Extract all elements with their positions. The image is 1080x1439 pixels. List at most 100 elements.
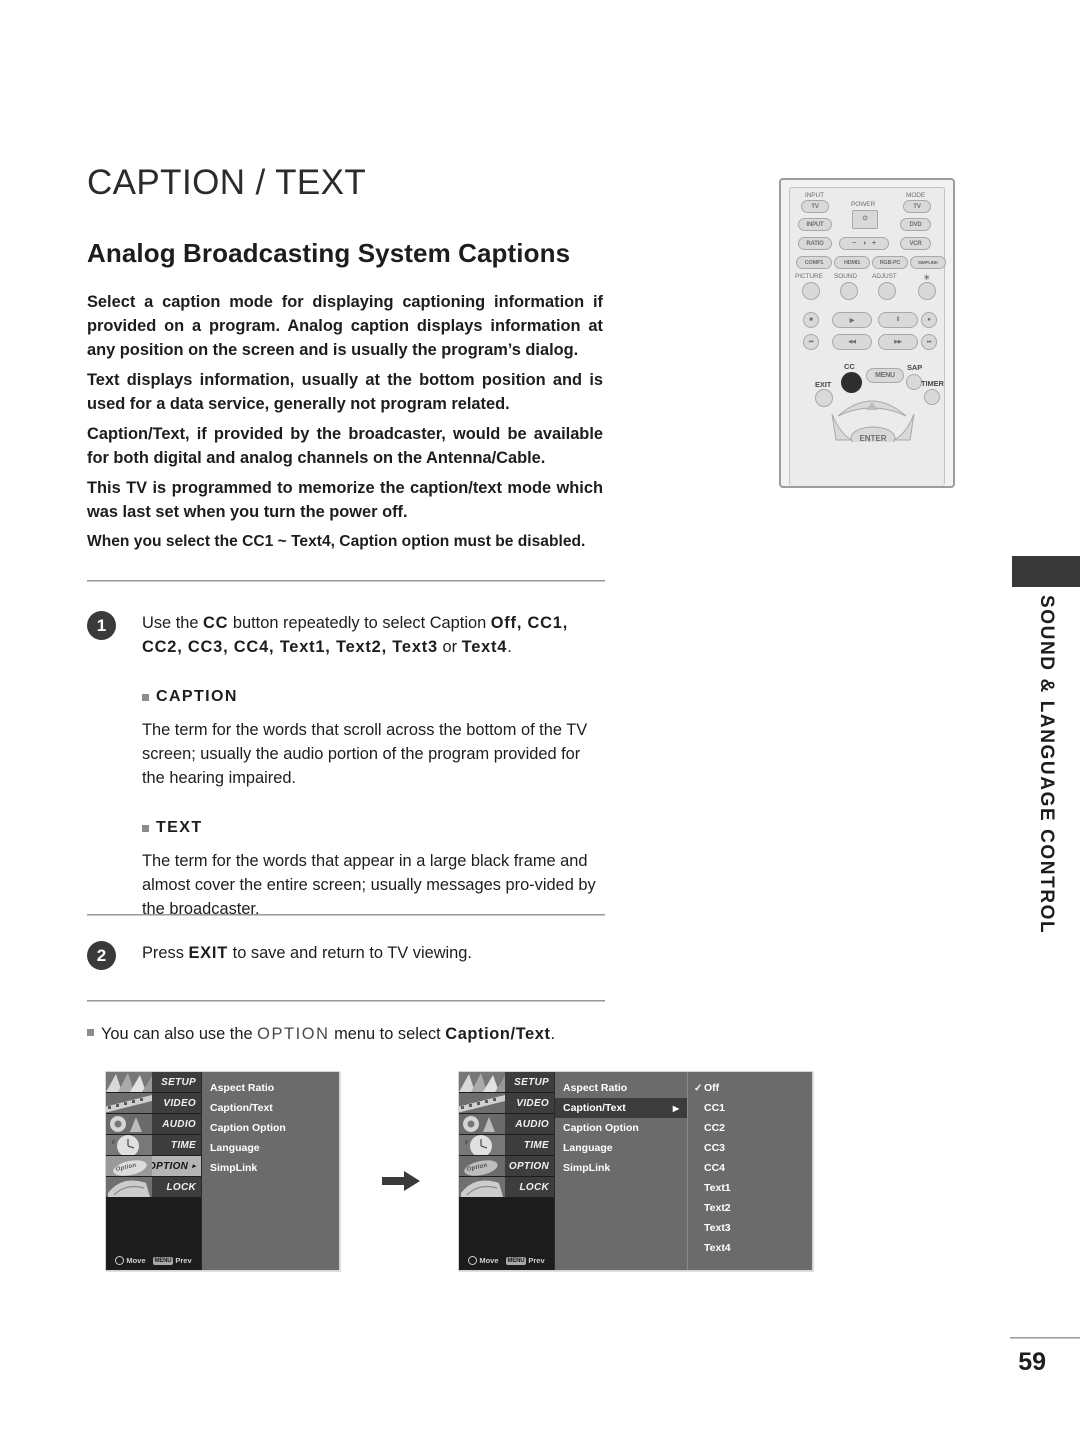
note-lead: You can also use the — [101, 1025, 258, 1043]
remote-record-button[interactable]: ● — [921, 312, 937, 328]
remote-dvd-button[interactable]: DVD — [900, 218, 931, 231]
osd-sidebar-item-lock[interactable]: LOCK — [106, 1177, 201, 1197]
osd-submenu-label: Text3 — [704, 1222, 731, 1234]
osd-menu-after: SETUP VIDEO AUDIO 6 TIME Option OPTION L… — [458, 1071, 813, 1271]
audio-thumbnail-icon — [106, 1114, 152, 1134]
remote-brightness-rocker[interactable]: − ◑ + — [839, 237, 889, 250]
osd-sidebar-label: LOCK — [519, 1181, 549, 1193]
svg-text:ENTER: ENTER — [859, 434, 886, 442]
remote-power-button[interactable]: ⏻ — [852, 210, 878, 229]
osd-menu-before: SETUP VIDEO AUDIO 6 TIME Option OPTION ▸… — [105, 1071, 340, 1271]
step-2-lead: Press — [142, 944, 189, 962]
side-tab-label: SOUND & LANGUAGE CONTROL — [1036, 595, 1057, 935]
remote-skip-back-button[interactable]: ⏮ — [803, 334, 819, 350]
osd-menu-label: Aspect Ratio — [563, 1082, 628, 1094]
chevron-right-icon: ▸ — [192, 1163, 196, 1170]
osd-sidebar-item-audio[interactable]: AUDIO — [459, 1114, 554, 1134]
footer-divider — [1010, 1337, 1080, 1339]
remote-sound-button[interactable] — [840, 282, 858, 300]
menu-key-icon: MENU — [152, 1256, 174, 1265]
video-thumbnail-icon — [106, 1093, 152, 1113]
remote-picture-button[interactable] — [802, 282, 820, 300]
osd-submenu-option-cc2[interactable]: ✓CC2 — [688, 1118, 812, 1138]
intro-paragraph-3: Caption/Text, if provided by the broadca… — [87, 425, 603, 467]
osd-menu-item-aspect-ratio[interactable]: Aspect Ratio — [555, 1078, 687, 1098]
remote-tv-mode-button[interactable]: TV — [903, 200, 931, 213]
remote-vcr-button[interactable]: VCR — [900, 237, 931, 250]
remote-cc-label: CC — [844, 362, 855, 371]
osd-submenu-option-cc4[interactable]: ✓CC4 — [688, 1158, 812, 1178]
osd-sidebar-label: TIME — [523, 1139, 549, 1151]
osd-menu-item-caption-text[interactable]: Caption/Text ▶ — [555, 1098, 687, 1118]
osd-submenu-label: Text1 — [704, 1182, 731, 1194]
osd-sidebar-item-option[interactable]: Option OPTION — [459, 1156, 554, 1176]
osd-sidebar-item-setup[interactable]: SETUP — [106, 1072, 201, 1092]
osd-menu-item-caption-option[interactable]: Caption Option — [202, 1118, 339, 1138]
osd-submenu-option-text1[interactable]: ✓Text1 — [688, 1178, 812, 1198]
osd-menu-item-simplink[interactable]: SimpLink — [555, 1158, 687, 1178]
remote-play-button[interactable]: ▶ — [832, 312, 872, 328]
remote-timer-button[interactable] — [924, 389, 940, 405]
osd-menu-item-language[interactable]: Language — [555, 1138, 687, 1158]
remote-pause-button[interactable]: ‖ — [878, 312, 918, 328]
remote-rgb-pc-button[interactable]: RGB-PC — [872, 256, 908, 269]
osd-submenu-option-text2[interactable]: ✓Text2 — [688, 1198, 812, 1218]
page-title: CAPTION / TEXT — [87, 163, 367, 202]
osd-sidebar-item-time[interactable]: 6 TIME — [459, 1135, 554, 1155]
remote-dpad-enter-area[interactable]: ENTER — [830, 412, 916, 442]
remote-simplink-button[interactable]: SIMPLINK — [910, 256, 946, 269]
chevron-right-icon: ▶ — [672, 1103, 679, 1113]
osd-menu-item-simplink[interactable]: SimpLink — [202, 1158, 339, 1178]
osd-submenu-option-cc1[interactable]: ✓CC1 — [688, 1098, 812, 1118]
intro-paragraph-5: When you select the CC1 ~ Text4, Caption… — [87, 533, 586, 550]
remote-input-button[interactable]: INPUT — [798, 218, 832, 231]
option-thumbnail-icon: Option — [106, 1156, 152, 1176]
remote-tv-input-button[interactable]: TV — [801, 200, 829, 213]
osd-sidebar-label: TIME — [170, 1139, 196, 1151]
osd-menu-label: Caption/Text — [563, 1102, 626, 1114]
osd-menu-label: Caption Option — [210, 1122, 286, 1134]
osd-sidebar-item-time[interactable]: 6 TIME — [106, 1135, 201, 1155]
osd-footer-hints: Move MENU Prev — [459, 1256, 554, 1265]
remote-ratio-button[interactable]: RATIO — [798, 237, 832, 250]
remote-control-illustration: INPUT MODE POWER TV TV ⏻ INPUT DVD RATIO… — [779, 178, 955, 488]
remote-forward-button[interactable]: ▶▶ — [878, 334, 918, 350]
remote-exit-button[interactable] — [815, 389, 833, 407]
osd-sidebar-item-video[interactable]: VIDEO — [106, 1093, 201, 1113]
menu-key-icon: MENU — [505, 1256, 527, 1265]
remote-rewind-button[interactable]: ◀◀ — [832, 334, 872, 350]
osd-menu-item-caption-option[interactable]: Caption Option — [555, 1118, 687, 1138]
osd-submenu-label: Off — [704, 1082, 720, 1094]
remote-favorite-button[interactable] — [918, 282, 936, 300]
osd-sidebar-item-lock[interactable]: LOCK — [459, 1177, 554, 1197]
osd-footer-hints: Move MENU Prev — [106, 1256, 201, 1265]
osd-sidebar-item-setup[interactable]: SETUP — [459, 1072, 554, 1092]
osd-menu-item-aspect-ratio[interactable]: Aspect Ratio — [202, 1078, 339, 1098]
osd-sidebar-item-video[interactable]: VIDEO — [459, 1093, 554, 1113]
remote-stop-button[interactable]: ■ — [803, 312, 819, 328]
remote-adjust-button[interactable] — [878, 282, 896, 300]
osd-sidebar-item-audio[interactable]: AUDIO — [106, 1114, 201, 1134]
cc-button-label: CC — [203, 614, 229, 632]
remote-hdmi1-button[interactable]: HDMI1 — [834, 256, 870, 269]
osd-submenu-option-cc3[interactable]: ✓CC3 — [688, 1138, 812, 1158]
osd-menu-item-language[interactable]: Language — [202, 1138, 339, 1158]
osd-submenu-option-off[interactable]: ✓ Off — [688, 1078, 812, 1098]
osd-submenu-label: Text2 — [704, 1202, 731, 1214]
lock-thumbnail-icon — [459, 1177, 505, 1197]
osd-sidebar-label: SETUP — [514, 1076, 549, 1088]
remote-sound-label: SOUND — [834, 273, 857, 280]
osd-submenu-label: Text4 — [704, 1242, 731, 1254]
remote-comp1-button[interactable]: COMP1 — [796, 256, 832, 269]
remote-picture-label: PICTURE — [795, 273, 823, 280]
remote-skip-forward-button[interactable]: ⏭ — [921, 334, 937, 350]
osd-sidebar-item-option[interactable]: Option OPTION ▸ — [106, 1156, 201, 1176]
osd-submenu-option-text3[interactable]: ✓Text3 — [688, 1218, 812, 1238]
step-1-number: 1 — [87, 611, 116, 640]
intro-paragraph-2: Text displays information, usually at th… — [87, 371, 603, 413]
osd-sidebar: SETUP VIDEO AUDIO 6 T — [459, 1072, 555, 1270]
osd-menu-item-caption-text[interactable]: Caption/Text — [202, 1098, 339, 1118]
remote-menu-button[interactable]: MENU — [866, 368, 904, 383]
text-subheading-label: TEXT — [156, 819, 203, 836]
osd-submenu-option-text4[interactable]: ✓Text4 — [688, 1238, 812, 1258]
